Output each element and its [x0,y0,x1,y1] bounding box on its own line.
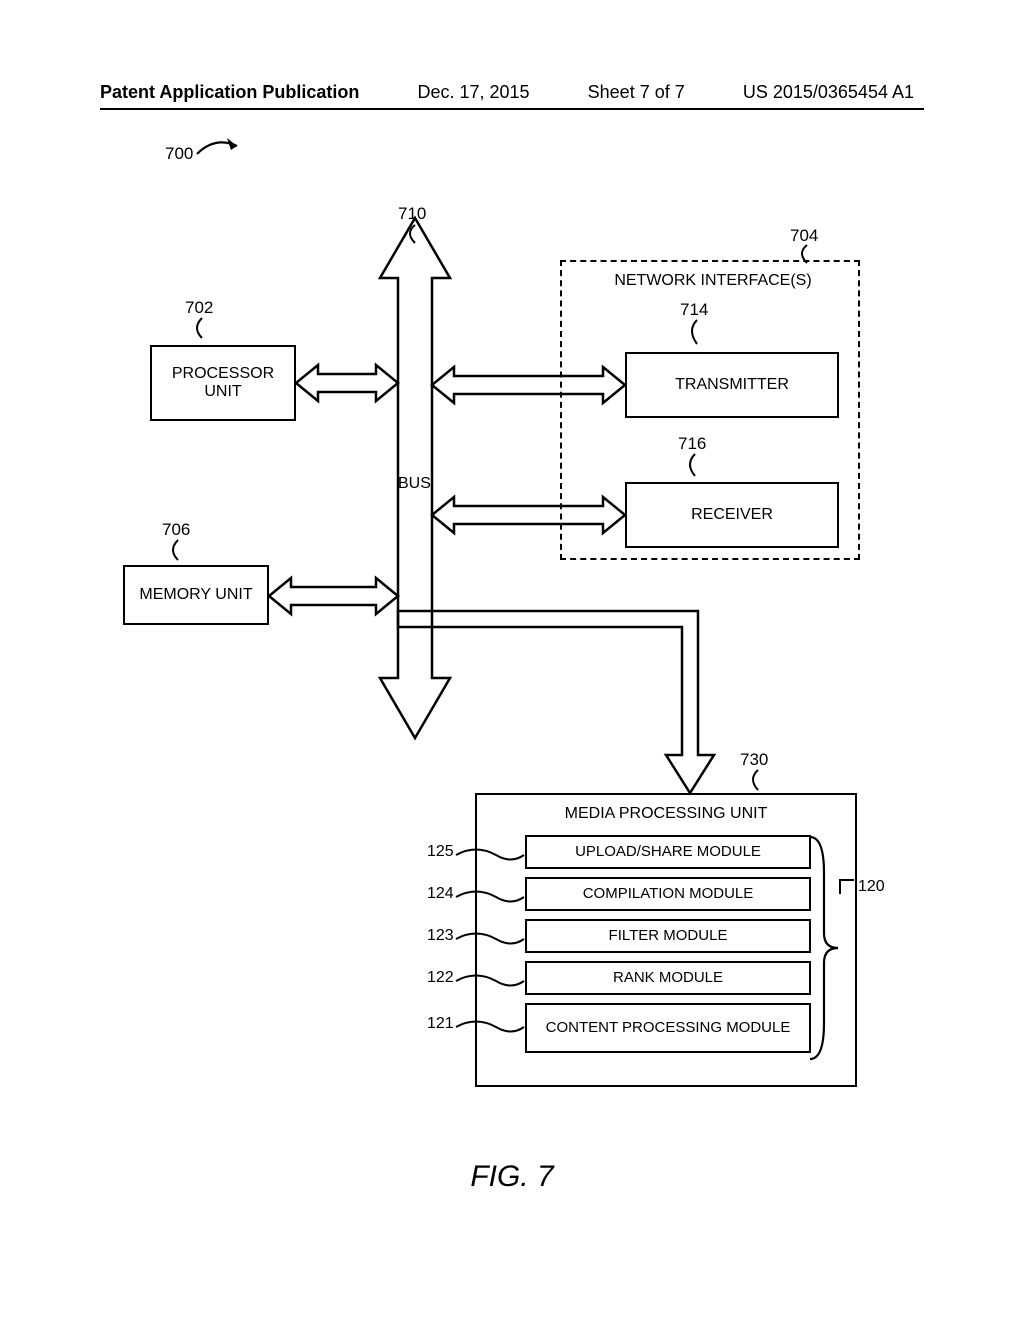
publication-label: Patent Application Publication [100,82,359,103]
page-header: Patent Application Publication Dec. 17, … [0,82,1024,103]
upload-share-module: UPLOAD/SHARE MODULE [525,835,811,869]
connector-bus-transmitter [432,367,625,403]
ref-702-lead [192,318,214,340]
ref-704-lead [797,245,819,265]
connector-bus-mpu [398,605,718,795]
ref-700-pointer-arrow [195,134,255,164]
transmitter-block: TRANSMITTER [625,352,839,418]
mpu-title: MEDIA PROCESSING UNIT [477,805,855,823]
publication-date: Dec. 17, 2015 [417,82,529,103]
ref-714-lead [687,320,709,346]
ref-730-lead [748,770,770,792]
ref-702: 702 [185,298,213,318]
figure-caption: FIG. 7 [0,1160,1024,1194]
ref-704: 704 [790,226,818,246]
ref-714: 714 [680,300,708,320]
ref-122-lead [456,974,526,988]
modules-bracket [810,833,850,1063]
rank-module: RANK MODULE [525,961,811,995]
connector-processor-bus [296,365,398,401]
compilation-module: COMPILATION MODULE [525,877,811,911]
ref-120-lead-tick [838,878,856,896]
ref-125-lead [456,848,526,862]
ref-125: 125 [427,843,454,861]
header-rule [100,108,924,110]
processor-unit-block: PROCESSOR UNIT [150,345,296,421]
filter-module: FILTER MODULE [525,919,811,953]
connector-bus-receiver [432,497,625,533]
memory-unit-block: MEMORY UNIT [123,565,269,625]
ref-121-lead [456,1020,526,1034]
ref-121: 121 [427,1015,454,1033]
media-processing-unit: MEDIA PROCESSING UNIT UPLOAD/SHARE MODUL… [475,793,857,1087]
bus-label: BUS [398,475,431,493]
content-processing-module: CONTENT PROCESSING MODULE [525,1003,811,1053]
ref-124-lead [456,890,526,904]
publication-number: US 2015/0365454 A1 [743,82,914,103]
ref-716-lead [685,454,707,478]
ref-124: 124 [427,885,454,903]
ref-710: 710 [398,204,426,224]
ref-700: 700 [165,144,193,164]
network-interfaces-label: NETWORK INTERFACE(S) [588,272,838,290]
receiver-block: RECEIVER [625,482,839,548]
ref-706-lead [168,540,190,562]
ref-123: 123 [427,927,454,945]
sheet-number: Sheet 7 of 7 [588,82,685,103]
ref-710-lead [405,225,427,245]
ref-706: 706 [162,520,190,540]
ref-122: 122 [427,969,454,987]
ref-123-lead [456,932,526,946]
connector-memory-bus [269,578,398,614]
ref-716: 716 [678,434,706,454]
ref-730: 730 [740,750,768,770]
ref-120: 120 [858,878,885,896]
